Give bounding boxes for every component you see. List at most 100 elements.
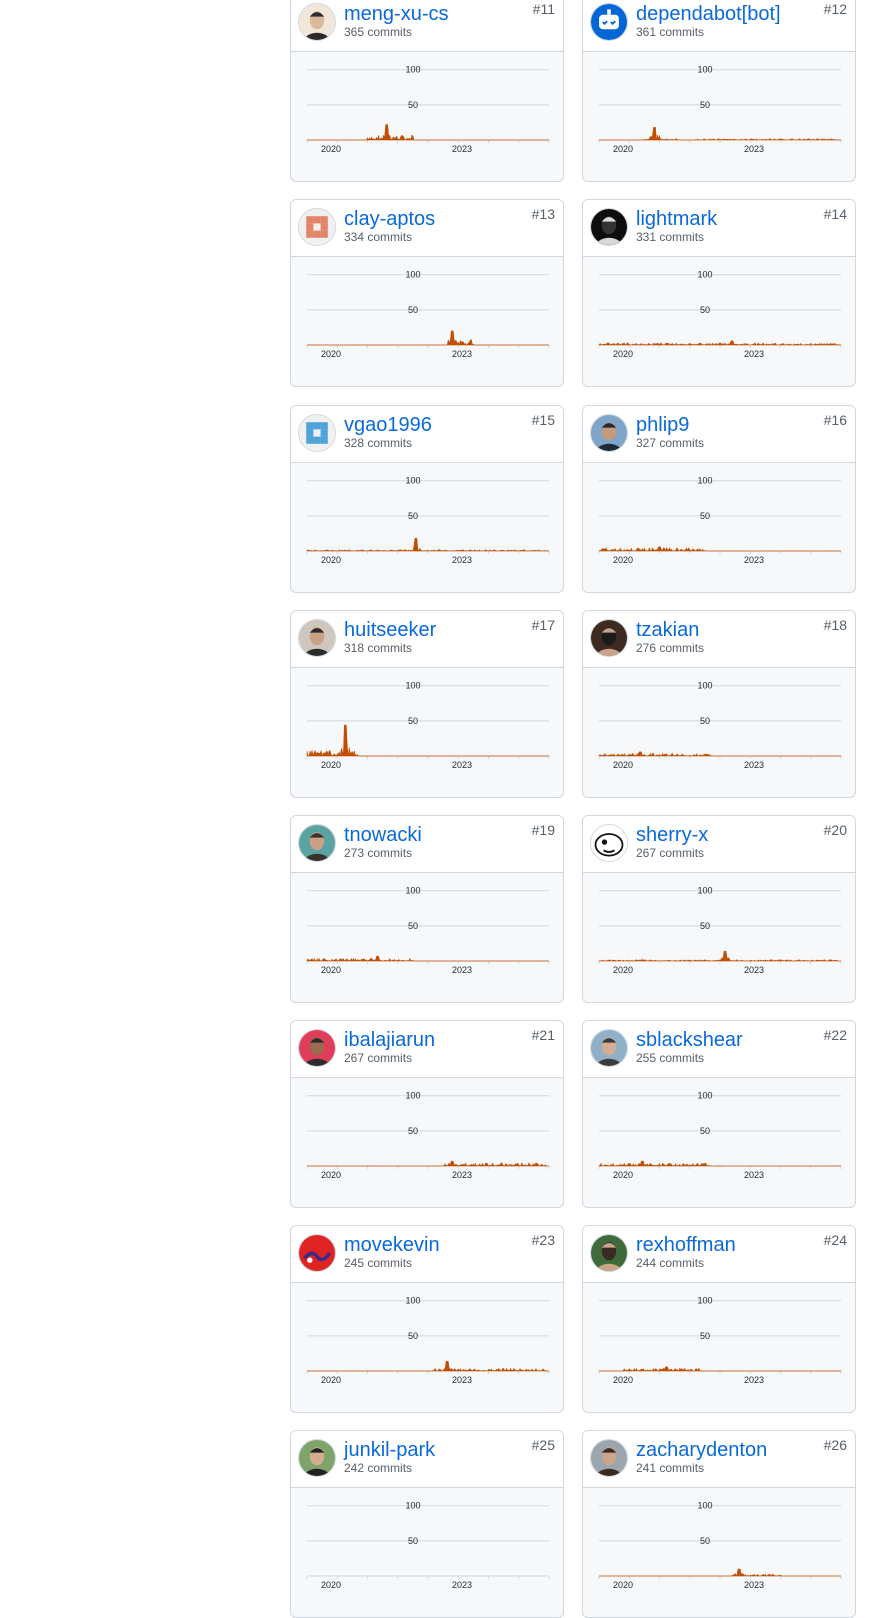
commit-activity-chart: 100 50 2020 2023 [291,1283,563,1412]
commit-activity-chart: 100 50 2020 2023 [583,1488,855,1617]
person-photo-avatar[interactable] [590,619,628,657]
x-tick-label: 2020 [613,760,633,770]
y-tick-label: 50 [408,511,418,521]
pattern-avatar[interactable] [298,1234,336,1272]
contributor-login-link[interactable]: rexhoffman [636,1233,736,1257]
contributor-login-link[interactable]: meng-xu-cs [344,2,448,26]
commit-activity-chart: 100 50 2020 2023 [583,1078,855,1207]
contributor-card: meng-xu-cs 365 commits #11 100 50 2020 2023 [290,0,564,182]
y-tick-label: 100 [697,65,712,75]
contributor-login-link[interactable]: tzakian [636,618,699,642]
x-tick-label: 2020 [613,965,633,975]
x-tick-label: 2020 [321,1580,341,1590]
contributor-card: clay-aptos 334 commits #13 100 50 2020 2023 [290,199,564,387]
x-tick-label: 2023 [744,555,764,565]
contributor-login-link[interactable]: lightmark [636,207,717,231]
y-tick-label: 100 [697,1091,712,1101]
commit-count: 318 commits [344,641,413,655]
y-tick-label: 100 [405,476,420,486]
person-photo-avatar[interactable] [298,1439,336,1477]
commit-count: 331 commits [636,230,705,244]
commit-count: 334 commits [344,230,413,244]
contributor-login-link[interactable]: dependabot[bot] [636,2,781,26]
contributor-login-link[interactable]: movekevin [344,1233,440,1257]
identicon-avatar[interactable] [298,414,336,452]
contributor-card-header: zacharydenton 241 commits #26 [583,1431,855,1488]
contributor-card-header: vgao1996 328 commits #15 [291,406,563,463]
contributor-rank: #18 [823,617,847,633]
y-tick-label: 50 [700,1331,710,1341]
contributor-card: vgao1996 328 commits #15 100 50 2020 2023 [290,405,564,593]
person-photo-avatar[interactable] [590,208,628,246]
contributor-login-link[interactable]: tnowacki [344,823,422,847]
person-photo-avatar[interactable] [590,414,628,452]
x-tick-label: 2023 [452,760,472,770]
contributor-card-header: meng-xu-cs 365 commits #11 [291,0,563,52]
commit-count: 365 commits [344,25,413,39]
contributor-login-link[interactable]: huitseeker [344,618,436,642]
y-tick-label: 50 [408,1331,418,1341]
person-photo-avatar[interactable] [298,619,336,657]
contributor-card-header: clay-aptos 334 commits #13 [291,200,563,257]
commit-count: 273 commits [344,846,413,860]
contributor-card: ibalajiarun 267 commits #21 100 50 2020 2023 [290,1020,564,1208]
contributor-login-link[interactable]: clay-aptos [344,207,435,231]
contributor-login-link[interactable]: sblackshear [636,1028,743,1052]
contributor-rank: #16 [823,412,847,428]
person-photo-avatar[interactable] [298,1029,336,1067]
y-tick-label: 50 [700,1536,710,1546]
cartoon-avatar[interactable] [590,824,628,862]
person-photo-avatar[interactable] [590,1029,628,1067]
identicon-avatar[interactable] [298,208,336,246]
contributor-rank: #24 [823,1232,847,1248]
commit-activity-chart: 100 50 2020 2023 [291,668,563,797]
y-tick-label: 100 [697,886,712,896]
y-tick-label: 100 [405,681,420,691]
contributor-login-link[interactable]: sherry-x [636,823,708,847]
commit-activity-chart: 100 50 2020 2023 [583,1283,855,1412]
contributor-login-link[interactable]: phlip9 [636,413,689,437]
contributor-rank: #26 [823,1437,847,1453]
contributor-card: junkil-park 242 commits #25 100 50 2020 2023 [290,1430,564,1618]
contributor-card-header: lightmark 331 commits #14 [583,200,855,257]
y-tick-label: 50 [700,511,710,521]
x-tick-label: 2020 [613,349,633,359]
person-photo-avatar[interactable] [590,1439,628,1477]
commit-activity-area [307,330,549,346]
contributor-rank: #13 [531,206,555,222]
commit-activity-area [598,340,841,346]
contributor-login-link[interactable]: zacharydenton [636,1438,767,1462]
person-photo-avatar[interactable] [590,1234,628,1272]
person-photo-avatar[interactable] [298,3,336,41]
contributor-login-link[interactable]: junkil-park [344,1438,435,1462]
commit-activity-area [599,1366,841,1372]
contributor-card: movekevin 245 commits #23 100 50 2020 2023 [290,1225,564,1413]
commit-activity-chart: 100 50 2020 2023 [583,52,855,181]
commit-activity-area [598,950,841,962]
commit-activity-area [307,1360,549,1372]
contributor-card-header: tnowacki 273 commits #19 [291,816,563,873]
contributor-card: phlip9 327 commits #16 100 50 2020 2023 [582,405,856,593]
contributor-login-link[interactable]: ibalajiarun [344,1028,435,1052]
commit-activity-area [306,955,549,962]
x-tick-label: 2023 [452,1170,472,1180]
contributor-rank: #23 [531,1232,555,1248]
robot-avatar[interactable] [590,3,628,41]
contributor-card-header: dependabot[bot] 361 commits #12 [583,0,855,52]
commit-count: 267 commits [636,846,705,860]
contributor-login-link[interactable]: vgao1996 [344,413,432,437]
contributor-card: tzakian 276 commits #18 100 50 2020 2023 [582,610,856,798]
commit-activity-chart: 100 50 2020 2023 [291,873,563,1002]
commit-activity-chart: 100 50 2020 2023 [583,257,855,386]
x-tick-label: 2023 [744,144,764,154]
contributor-card-header: junkil-park 242 commits #25 [291,1431,563,1488]
y-tick-label: 50 [408,1536,418,1546]
person-photo-avatar[interactable] [298,824,336,862]
x-tick-label: 2020 [613,1375,633,1385]
x-tick-label: 2023 [452,965,472,975]
contributor-card-header: ibalajiarun 267 commits #21 [291,1021,563,1078]
contributor-card-header: rexhoffman 244 commits #24 [583,1226,855,1283]
commit-activity-chart: 100 50 2020 2023 [583,668,855,797]
commit-count: 241 commits [636,1461,705,1475]
x-tick-label: 2023 [452,144,472,154]
